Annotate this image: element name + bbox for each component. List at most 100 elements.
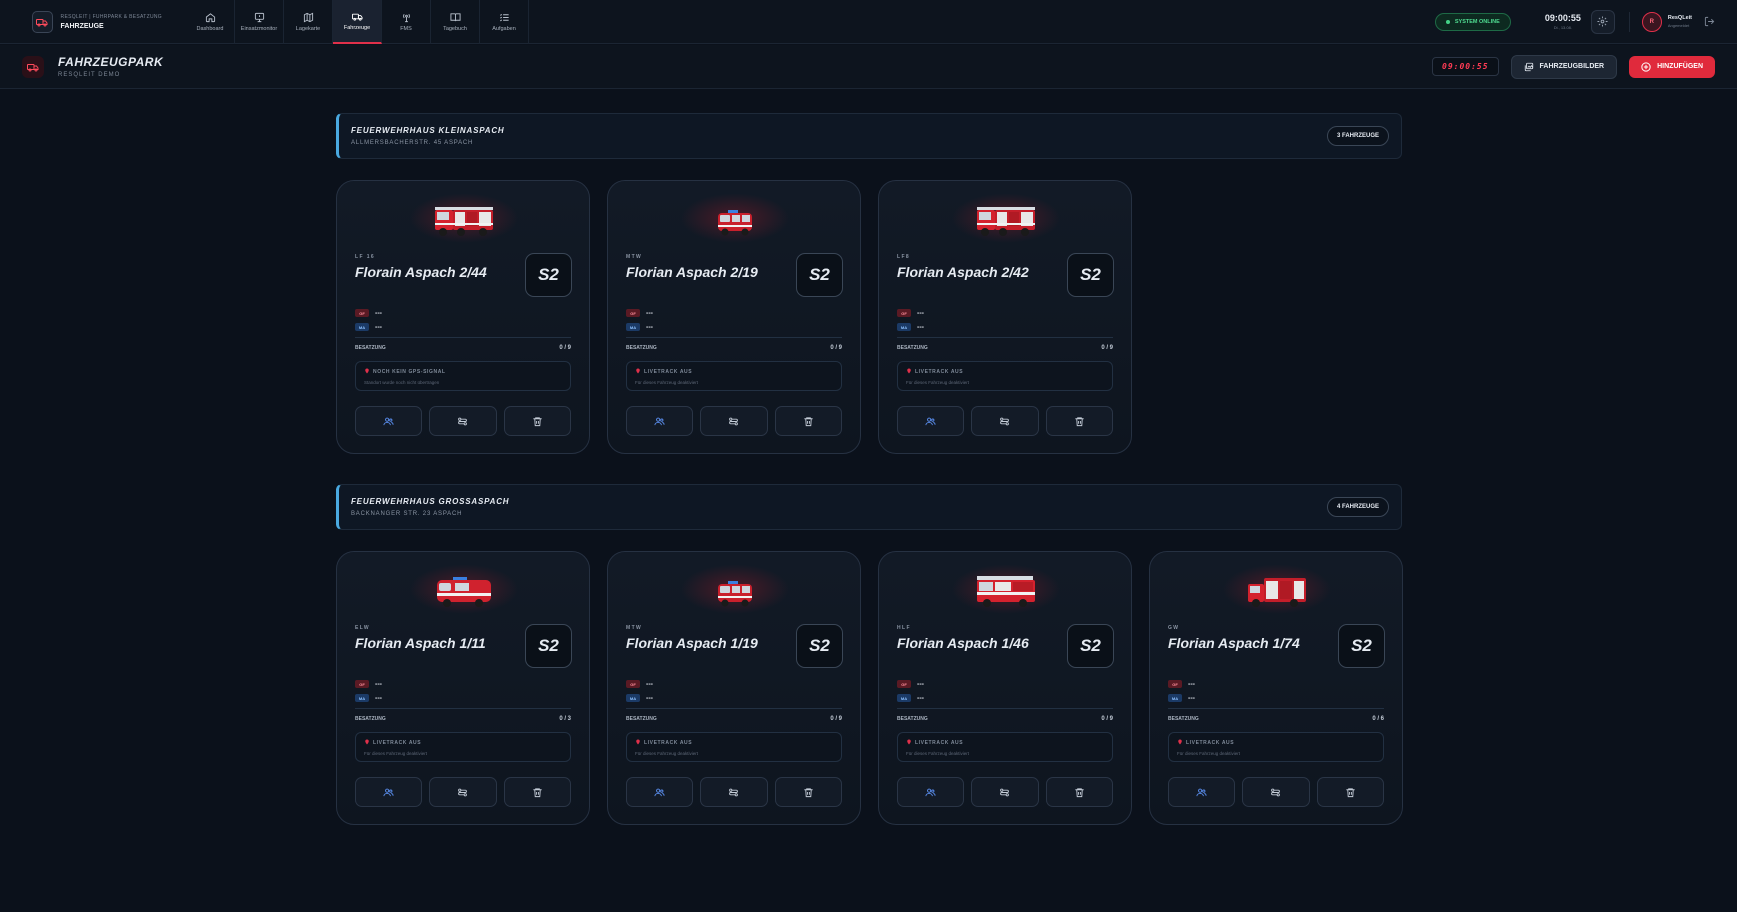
ma-value: --- bbox=[646, 694, 653, 702]
vehicle-card[interactable]: HLF Florian Aspach 1/46 S2 GF --- MA ---… bbox=[878, 551, 1132, 825]
delete-button[interactable] bbox=[503, 406, 571, 436]
edit-button[interactable] bbox=[971, 406, 1039, 436]
delete-button[interactable] bbox=[1045, 406, 1113, 436]
vehicle-card[interactable]: MTW Florian Aspach 2/19 S2 GF --- MA ---… bbox=[607, 180, 861, 454]
vehicle-name: Florian Aspach 1/19 bbox=[626, 635, 758, 651]
fire-truck-icon bbox=[32, 10, 53, 33]
gf-tag: GF bbox=[1168, 680, 1182, 688]
nav-label: Fahrzeuge bbox=[343, 24, 371, 31]
ma-value: --- bbox=[375, 323, 382, 331]
elw-van-icon bbox=[431, 572, 497, 610]
ma-row: MA --- bbox=[355, 323, 382, 331]
vehicle-type: GW bbox=[1168, 625, 1180, 631]
vehicle-actions bbox=[1168, 777, 1384, 807]
gps-status-text: Für dieses Fahrzeug deaktiviert bbox=[635, 380, 699, 385]
edit-button[interactable] bbox=[700, 777, 768, 807]
trash-icon bbox=[803, 416, 814, 427]
vehicle-status-badge[interactable]: S2 bbox=[796, 624, 843, 668]
nav-item-fms[interactable]: FMS bbox=[382, 0, 431, 44]
vehicle-status-badge[interactable]: S2 bbox=[525, 253, 572, 297]
user-role: Angemeldet bbox=[1667, 23, 1690, 28]
station-address: BACKNANGER STR. 23 ASPACH bbox=[351, 511, 463, 517]
add-vehicle-button[interactable]: HINZUFÜGEN bbox=[1629, 55, 1715, 78]
map-pin-icon bbox=[906, 368, 912, 376]
route-icon bbox=[457, 787, 468, 798]
route-icon bbox=[728, 787, 739, 798]
ma-tag: MA bbox=[355, 694, 369, 702]
delete-button[interactable] bbox=[503, 777, 571, 807]
vehicle-images-button[interactable]: FAHRZEUGBILDER bbox=[1510, 54, 1618, 79]
delete-button[interactable] bbox=[774, 406, 842, 436]
vehicle-card[interactable]: ELW Florian Aspach 1/11 S2 GF --- MA ---… bbox=[336, 551, 590, 825]
nav-label: Lagekarte bbox=[295, 25, 321, 32]
crew-label: BESATZUNG bbox=[1168, 716, 1199, 722]
status-dot-icon bbox=[1445, 19, 1450, 24]
vehicle-card[interactable]: LF 16 Florain Aspach 2/44 S2 GF --- MA -… bbox=[336, 180, 590, 454]
ma-value: --- bbox=[917, 323, 924, 331]
gps-title-text: NOCH KEIN GPS-SIGNAL bbox=[373, 369, 446, 375]
users-icon bbox=[383, 416, 394, 427]
edit-button[interactable] bbox=[971, 777, 1039, 807]
gps-status-text: Für dieses Fahrzeug deaktiviert bbox=[906, 380, 970, 385]
delete-button[interactable] bbox=[1045, 777, 1113, 807]
edit-button[interactable] bbox=[429, 406, 497, 436]
vehicle-card[interactable]: LF8 Florian Aspach 2/42 S2 GF --- MA ---… bbox=[878, 180, 1132, 454]
ma-row: MA --- bbox=[355, 694, 382, 702]
edit-button[interactable] bbox=[700, 406, 768, 436]
delete-button[interactable] bbox=[1316, 777, 1384, 807]
gps-status-box: LIVETRACK AUS Für dieses Fahrzeug deakti… bbox=[897, 732, 1113, 762]
crew-button[interactable] bbox=[897, 406, 965, 436]
vehicle-card[interactable]: MTW Florian Aspach 1/19 S2 GF --- MA ---… bbox=[607, 551, 861, 825]
gf-value: --- bbox=[375, 680, 382, 688]
vehicle-status-badge[interactable]: S2 bbox=[1338, 624, 1385, 668]
nav-item-lagekarte[interactable]: Lagekarte bbox=[284, 0, 333, 44]
vehicle-status-badge[interactable]: S2 bbox=[1067, 253, 1114, 297]
gf-value: --- bbox=[917, 680, 924, 688]
lf-truck-icon bbox=[973, 201, 1039, 239]
vehicle-card[interactable]: GW Florian Aspach 1/74 S2 GF --- MA --- … bbox=[1149, 551, 1403, 825]
ma-tag: MA bbox=[1168, 694, 1182, 702]
vehicle-name: Florian Aspach 2/19 bbox=[626, 264, 758, 280]
crew-count: 0 / 9 bbox=[830, 345, 842, 351]
gf-row: GF --- bbox=[897, 309, 924, 317]
gf-row: GF --- bbox=[355, 680, 382, 688]
delete-button[interactable] bbox=[774, 777, 842, 807]
images-icon bbox=[1524, 62, 1533, 71]
logout-icon[interactable] bbox=[1704, 16, 1715, 27]
crew-button[interactable] bbox=[355, 406, 423, 436]
users-icon bbox=[654, 787, 665, 798]
gf-tag: GF bbox=[897, 680, 911, 688]
vehicle-actions bbox=[626, 406, 842, 436]
vehicle-actions bbox=[355, 406, 571, 436]
crew-count: 0 / 3 bbox=[559, 716, 571, 722]
crew-button[interactable] bbox=[355, 777, 423, 807]
brand[interactable]: RESQLEIT | FUHRPARK & BESATZUNG FAHRZEUG… bbox=[32, 10, 162, 33]
user-menu[interactable]: R ResQLeit Angemeldet bbox=[1628, 11, 1715, 32]
crew-button[interactable] bbox=[1168, 777, 1236, 807]
crew-button[interactable] bbox=[626, 406, 694, 436]
vehicle-type: MTW bbox=[626, 625, 643, 631]
gps-title-text: LIVETRACK AUS bbox=[915, 369, 964, 375]
crew-label: BESATZUNG bbox=[626, 716, 657, 722]
vehicle-type: ELW bbox=[355, 625, 371, 631]
map-pin-icon bbox=[635, 368, 641, 376]
edit-button[interactable] bbox=[1242, 777, 1310, 807]
nav-item-dashboard[interactable]: Dashboard bbox=[186, 0, 235, 44]
crew-button[interactable] bbox=[626, 777, 694, 807]
crew-button[interactable] bbox=[897, 777, 965, 807]
vehicle-status-badge[interactable]: S2 bbox=[525, 624, 572, 668]
lf-truck-icon bbox=[431, 201, 497, 239]
user-name: ResQLeit bbox=[1667, 15, 1692, 21]
settings-button[interactable] bbox=[1590, 9, 1615, 34]
nav-item-einsatzmonitor[interactable]: Einsatzmonitor bbox=[235, 0, 284, 44]
vehicle-status-badge[interactable]: S2 bbox=[796, 253, 843, 297]
nav-item-tagebuch[interactable]: Tagebuch bbox=[431, 0, 480, 44]
edit-button[interactable] bbox=[429, 777, 497, 807]
nav-item-aufgaben[interactable]: Aufgaben bbox=[480, 0, 529, 44]
vehicle-status-badge[interactable]: S2 bbox=[1067, 624, 1114, 668]
gps-title-text: LIVETRACK AUS bbox=[644, 369, 693, 375]
header-clock: 09:00:55 Di., 13.08. bbox=[1545, 13, 1581, 30]
gf-tag: GF bbox=[355, 309, 369, 317]
nav-item-fahrzeuge[interactable]: Fahrzeuge bbox=[333, 0, 382, 44]
divider bbox=[626, 337, 842, 338]
